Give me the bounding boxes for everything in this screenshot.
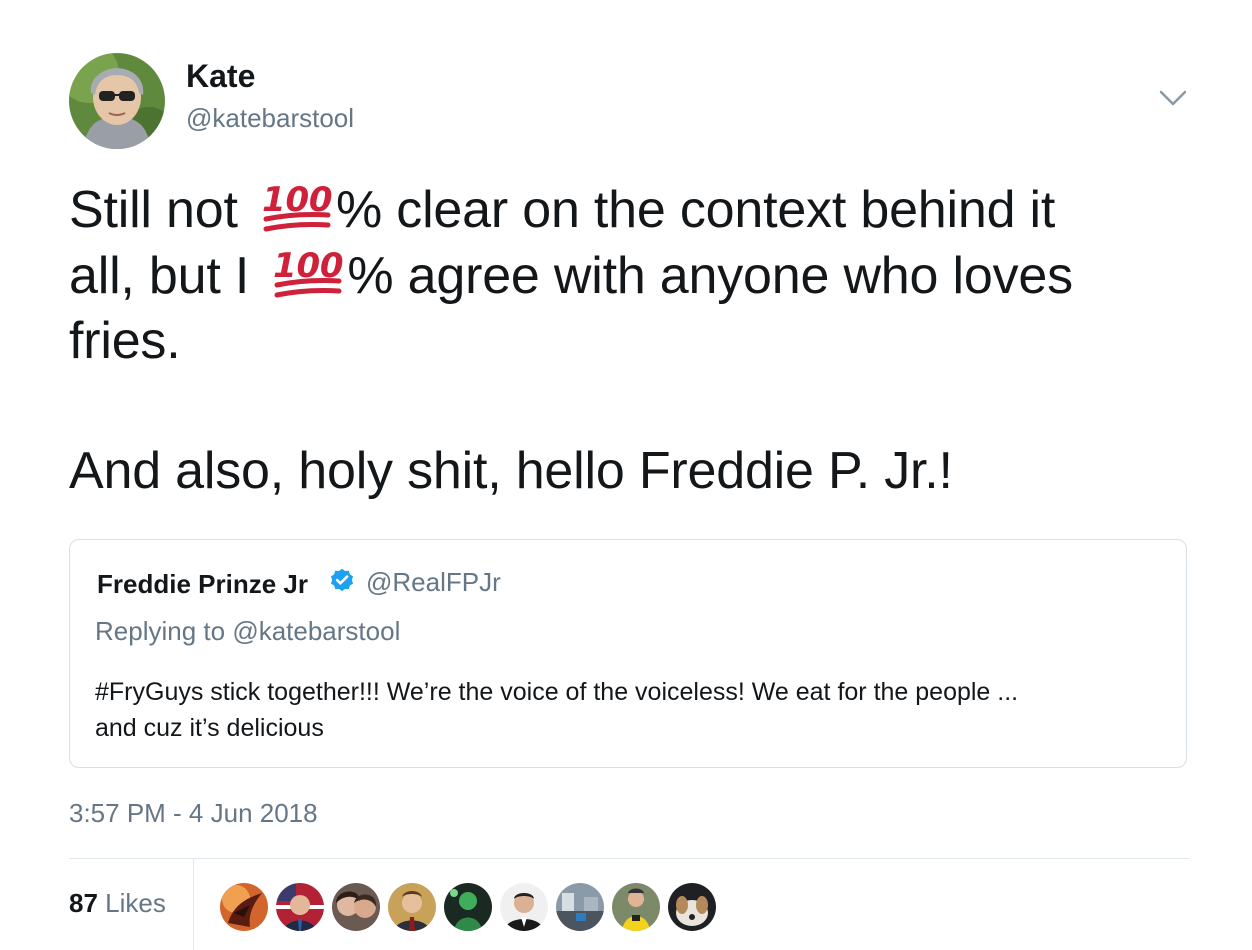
author-name[interactable]: Kate (186, 58, 255, 95)
avatar-dog[interactable] (666, 881, 718, 933)
hundred-points-emoji: 100 (267, 243, 345, 301)
avatar-dragon-art[interactable] (218, 881, 270, 933)
likes-number: 87 (69, 888, 98, 918)
replying-to: Replying to @katebarstool (95, 616, 400, 647)
avatar-man-tie[interactable] (386, 881, 438, 933)
quoted-author-name[interactable]: Freddie Prinze Jr (97, 569, 308, 600)
tweet-text: Still not 100% clear on the context behi… (69, 177, 1189, 504)
tweet-text-line-2: all, but I 100% agree with anyone who lo… (69, 243, 1189, 309)
chevron-down-icon[interactable] (1156, 84, 1190, 112)
quoted-text-line-1: #FryGuys stick together!!! We’re the voi… (95, 678, 1019, 706)
likes-label: Likes (105, 888, 166, 918)
likes-count[interactable]: 87 Likes (69, 888, 166, 919)
avatar-street-scene[interactable] (554, 881, 606, 933)
divider (69, 858, 1189, 859)
replying-to-mention[interactable]: @katebarstool (232, 616, 400, 646)
quoted-author-handle[interactable]: @RealFPJr (366, 567, 501, 598)
quoted-tweet[interactable]: Freddie Prinze Jr @RealFPJr Replying to … (69, 539, 1187, 768)
tweet-timestamp[interactable]: 3:57 PM - 4 Jun 2018 (69, 798, 318, 829)
stats-separator (193, 859, 194, 950)
tweet-text-fragment: % clear on the context behind it (335, 181, 1056, 239)
tweet-text-line-4: And also, holy shit, hello Freddie P. Jr… (69, 442, 953, 500)
verified-badge-icon (328, 567, 356, 595)
tweet-card: Kate @katebarstool Still not 100% clear … (0, 0, 1252, 950)
quoted-text-line-2: and cuz it’s delicious (95, 714, 324, 742)
replying-prefix: Replying to (95, 616, 233, 646)
author-avatar[interactable] (69, 53, 165, 149)
quoted-tweet-text: #FryGuys stick together!!! We’re the voi… (95, 674, 1155, 746)
hundred-points-emoji: 100 (256, 177, 334, 235)
avatar-green-figure[interactable] (442, 881, 494, 933)
avatar-man-suit-flag[interactable] (274, 881, 326, 933)
avatar-man-dark-suit[interactable] (498, 881, 550, 933)
tweet-text-fragment: % agree with anyone who loves (347, 247, 1073, 305)
tweet-text-fragment: Still not (69, 181, 252, 239)
tweet-text-line-3: fries. (69, 312, 181, 370)
avatar-cyclist-yellow[interactable] (610, 881, 662, 933)
avatar-couple-selfie[interactable] (330, 881, 382, 933)
author-handle[interactable]: @katebarstool (186, 103, 354, 134)
tweet-text-line-1: Still not 100% clear on the context behi… (69, 177, 1189, 243)
tweet-text-fragment: all, but I (69, 247, 264, 305)
